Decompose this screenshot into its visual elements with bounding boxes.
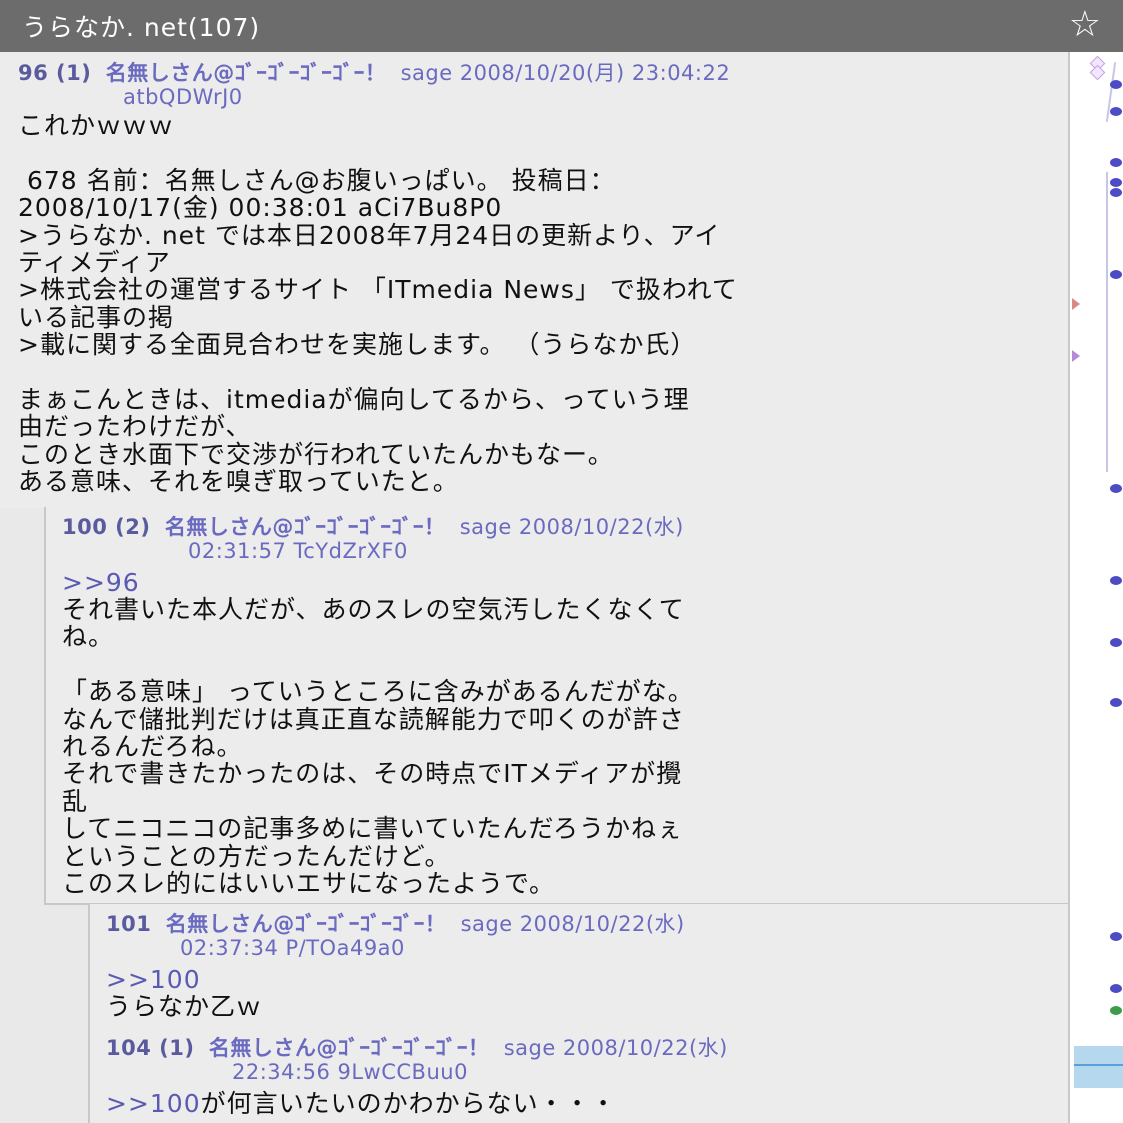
post-body: それ書いた本人だが、あのスレの空気汚したくなくて ね。 「ある意味」 っていうと… — [62, 595, 694, 899]
current-post-marker-icon — [1089, 64, 1106, 81]
reply-anchor-link[interactable]: >>100 — [106, 966, 201, 994]
post-number[interactable]: 104 (1) — [106, 1036, 194, 1060]
post-header: 101 名無しさん@ｺﾞｰｺﾞｰｺﾞｰｺﾞｰ！ sage 2008/10/22(… — [106, 912, 1066, 960]
post-100: 100 (2) 名無しさん@ｺﾞｰｺﾞｰｺﾞｰｺﾞｰ！ sage 2008/10… — [44, 507, 1068, 905]
post-header: 100 (2) 名無しさん@ｺﾞｰｺﾞｰｺﾞｰｺﾞｰ！ sage 2008/10… — [62, 515, 1062, 563]
post-meta: sage 2008/10/22(水) — [459, 515, 684, 539]
thread-title: うらなか. net(107) — [22, 13, 261, 42]
tree-node-dot[interactable] — [1110, 1006, 1122, 1015]
post-meta: sage 2008/10/20(月) 23:04:22 — [400, 61, 731, 85]
post-body: これかｗｗｗ 678 名前：名無しさん@お腹いっぱい。 投稿日： 2008/10… — [18, 111, 738, 497]
poster-name: 名無しさん@ｺﾞｰｺﾞｰｺﾞｰｺﾞｰ！ — [208, 1036, 490, 1060]
post-body: うらなか乙ｗ — [106, 992, 263, 1021]
post-number[interactable]: 96 (1) — [18, 61, 91, 85]
post-meta: sage 2008/10/22(水) — [460, 912, 685, 936]
post-number[interactable]: 101 — [106, 912, 151, 936]
poster-id[interactable]: 02:37:34 P/TOa49a0 — [106, 936, 1066, 960]
tree-node-dot[interactable] — [1110, 178, 1122, 187]
tree-branch-arrow-icon — [1072, 298, 1080, 310]
viewport-indicator[interactable] — [1074, 1046, 1123, 1088]
post-101: 101 名無しさん@ｺﾞｰｺﾞｰｺﾞｰｺﾞｰ！ sage 2008/10/22(… — [88, 904, 1068, 1030]
tree-node-dot[interactable] — [1110, 188, 1122, 197]
tree-line — [1106, 172, 1108, 472]
poster-id[interactable]: 22:34:56 9LwCCBuu0 — [106, 1060, 1066, 1084]
tree-node-dot[interactable] — [1110, 638, 1122, 647]
poster-name: 名無しさん@ｺﾞｰｺﾞｰｺﾞｰｺﾞｰ！ — [105, 61, 387, 85]
poster-name: 名無しさん@ｺﾞｰｺﾞｰｺﾞｰｺﾞｰ！ — [164, 515, 446, 539]
post-header: 104 (1) 名無しさん@ｺﾞｰｺﾞｰｺﾞｰｺﾞｰ！ sage 2008/10… — [106, 1036, 1066, 1084]
post-96: 96 (1) 名無しさん@ｺﾞｰｺﾞｰｺﾞｰｺﾞｰ！ sage 2008/10/… — [0, 52, 1068, 508]
post-104: 104 (1) 名無しさん@ｺﾞｰｺﾞｰｺﾞｰｺﾞｰ！ sage 2008/10… — [88, 1028, 1068, 1123]
tree-node-dot[interactable] — [1110, 270, 1122, 279]
tree-node-dot[interactable] — [1110, 984, 1122, 993]
poster-name: 名無しさん@ｺﾞｰｺﾞｰｺﾞｰｺﾞｰ！ — [165, 912, 447, 936]
post-body: が何言いたいのかわからない・・・ — [200, 1089, 617, 1118]
tree-node-dot[interactable] — [1110, 107, 1122, 116]
tree-node-dot[interactable] — [1110, 932, 1122, 941]
thread-tree-rail[interactable] — [1068, 52, 1123, 1123]
tree-node-dot[interactable] — [1110, 576, 1122, 585]
poster-id[interactable]: atbQDWrJ0 — [18, 85, 1058, 109]
tree-node-dot[interactable] — [1110, 484, 1122, 493]
post-number[interactable]: 100 (2) — [62, 515, 150, 539]
thread-content[interactable]: 96 (1) 名無しさん@ｺﾞｰｺﾞｰｺﾞｰｺﾞｰ！ sage 2008/10/… — [0, 52, 1068, 1123]
star-outline-icon[interactable]: ☆ — [1069, 6, 1101, 44]
tree-node-dot[interactable] — [1110, 80, 1122, 89]
post-meta: sage 2008/10/22(水) — [503, 1036, 728, 1060]
tree-branch-arrow-icon — [1072, 350, 1080, 362]
post-body-line: >>100が何言いたいのかわからない・・・ — [106, 1090, 1066, 1117]
tree-node-dot[interactable] — [1110, 158, 1122, 167]
tree-node-dot[interactable] — [1110, 698, 1122, 707]
reply-anchor-link[interactable]: >>100 — [106, 1089, 201, 1118]
app-titlebar: うらなか. net(107) ☆ — [0, 0, 1123, 52]
reply-anchor-link[interactable]: >>96 — [62, 569, 140, 597]
post-header: 96 (1) 名無しさん@ｺﾞｰｺﾞｰｺﾞｰｺﾞｰ！ sage 2008/10/… — [18, 61, 1058, 109]
poster-id[interactable]: 02:31:57 TcYdZrXF0 — [62, 539, 1062, 563]
viewport-indicator-line — [1074, 1064, 1123, 1066]
